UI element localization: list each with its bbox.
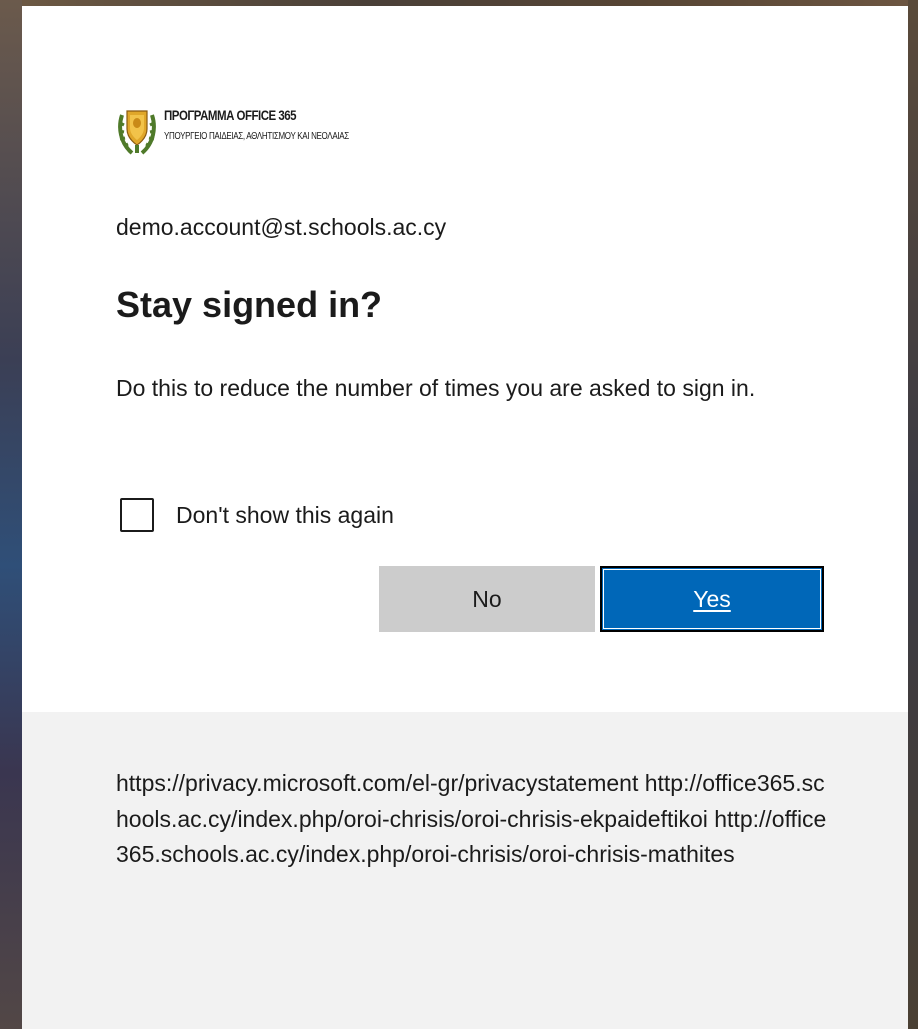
- dialog-description: Do this to reduce the number of times yo…: [116, 375, 756, 401]
- privacy-statement-link[interactable]: https://privacy.microsoft.com/el-gr/priv…: [116, 770, 638, 796]
- logo-title: ΠΡΟΓΡΑΜΜΑ OFFICE 365: [164, 107, 297, 123]
- footer-links: https://privacy.microsoft.com/el-gr/priv…: [116, 766, 836, 873]
- account-email: demo.account@st.schools.ac.cy: [116, 214, 447, 240]
- stay-signed-in-dialog: ΠΡΟΓΡΑΜΜΑ OFFICE 365 ΥΠΟΥΡΓΕΙΟ ΠΑΙΔΕΙΑΣ,…: [22, 6, 908, 1029]
- organization-logo: ΠΡΟΓΡΑΜΜΑ OFFICE 365 ΥΠΟΥΡΓΕΙΟ ΠΑΙΔΕΙΑΣ,…: [116, 101, 436, 161]
- background-right: [908, 0, 918, 1029]
- background-left: [0, 0, 22, 1029]
- dont-show-again-option[interactable]: Don't show this again: [120, 494, 394, 536]
- dont-show-again-label: Don't show this again: [176, 501, 394, 528]
- dont-show-again-checkbox[interactable]: [120, 498, 154, 532]
- logo-subtitle: ΥΠΟΥΡΓΕΙΟ ΠΑΙΔΕΙΑΣ, ΑΘΛΗΤΙΣΜΟΥ ΚΑΙ ΝΕΟΛΑ…: [164, 131, 349, 142]
- no-button[interactable]: No: [379, 566, 595, 632]
- dialog-title: Stay signed in?: [116, 284, 383, 325]
- footer: https://privacy.microsoft.com/el-gr/priv…: [22, 712, 908, 1029]
- yes-button[interactable]: Yes: [600, 566, 824, 632]
- coat-of-arms-icon: [118, 110, 156, 155]
